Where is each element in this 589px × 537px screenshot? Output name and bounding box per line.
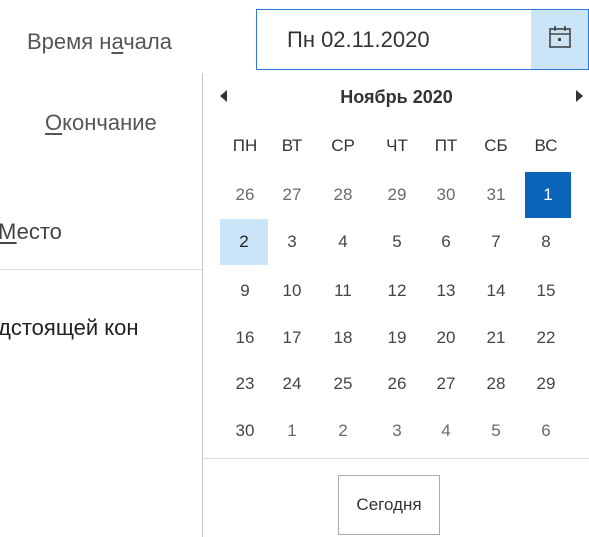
- calendar-week: 16 17 18 19 20 21 22: [203, 315, 589, 361]
- calendar-day[interactable]: 22: [528, 315, 564, 361]
- calendar-day[interactable]: 10: [274, 268, 310, 314]
- calendar-day[interactable]: 27: [274, 172, 310, 218]
- end-time-label: Окончание: [45, 110, 157, 135]
- scheduling-form: Время начала Окончание Место дстоящей ко…: [0, 0, 589, 537]
- calendar-day[interactable]: 5: [379, 219, 415, 265]
- calendar-day[interactable]: 14: [478, 268, 514, 314]
- triangle-right-icon: [574, 89, 584, 107]
- weekday-label: ВТ: [281, 136, 303, 155]
- weekday-label: ПН: [232, 136, 258, 155]
- calendar-week: 26 27 28 29 30 31 1: [203, 172, 589, 218]
- calendar-day[interactable]: 6: [428, 219, 464, 265]
- calendar-day[interactable]: 29: [379, 172, 415, 218]
- calendar-day[interactable]: 16: [227, 315, 263, 361]
- calendar-day[interactable]: 2: [325, 408, 361, 454]
- calendar-day-highlighted[interactable]: 2: [220, 219, 268, 265]
- calendar-day[interactable]: 4: [325, 219, 361, 265]
- calendar-day[interactable]: 12: [379, 268, 415, 314]
- weekday-label: СБ: [484, 136, 508, 155]
- calendar-day[interactable]: 8: [528, 219, 564, 265]
- calendar-day[interactable]: 7: [478, 219, 514, 265]
- calendar-week: 30 1 2 3 4 5 6: [203, 408, 589, 454]
- calendar-day[interactable]: 31: [478, 172, 514, 218]
- calendar-day[interactable]: 29: [528, 361, 564, 407]
- calendar-day[interactable]: 30: [227, 408, 263, 454]
- calendar-day-selected[interactable]: 1: [525, 172, 571, 218]
- calendar-day[interactable]: 13: [428, 268, 464, 314]
- calendar-day[interactable]: 25: [325, 361, 361, 407]
- popup-divider: [203, 458, 589, 459]
- calendar-day[interactable]: 5: [478, 408, 514, 454]
- calendar-day[interactable]: 23: [227, 361, 263, 407]
- month-navigation: Ноябрь 2020: [203, 85, 589, 113]
- month-title[interactable]: Ноябрь 2020: [203, 87, 589, 108]
- start-time-label: Время начала: [27, 29, 172, 54]
- meeting-body-text[interactable]: дстоящей кон: [0, 315, 201, 341]
- calendar-day[interactable]: 27: [428, 361, 464, 407]
- next-month-button[interactable]: [568, 87, 589, 109]
- calendar-day[interactable]: 18: [325, 315, 361, 361]
- calendar-day[interactable]: 17: [274, 315, 310, 361]
- calendar-day[interactable]: 6: [528, 408, 564, 454]
- calendar-day[interactable]: 11: [325, 268, 361, 314]
- weekday-header: ПН ВТ СР ЧТ ПТ СБ ВС: [203, 123, 589, 169]
- calendar-dropdown-button[interactable]: [531, 9, 589, 70]
- calendar-day[interactable]: 20: [428, 315, 464, 361]
- calendar-week: 23 24 25 26 27 28 29: [203, 361, 589, 407]
- weekday-label: ПТ: [434, 136, 458, 155]
- calendar-day[interactable]: 26: [379, 361, 415, 407]
- date-picker-popup: Ноябрь 2020 ПН ВТ СР ЧТ ПТ СБ ВС 26 27 2…: [202, 73, 589, 537]
- calendar-day[interactable]: 1: [274, 408, 310, 454]
- location-label: Место: [0, 219, 62, 244]
- calendar-day[interactable]: 4: [428, 408, 464, 454]
- calendar-icon: [547, 24, 573, 55]
- calendar-day[interactable]: 28: [325, 172, 361, 218]
- calendar-day[interactable]: 3: [379, 408, 415, 454]
- calendar-day[interactable]: 15: [528, 268, 564, 314]
- weekday-label: ЧТ: [386, 136, 408, 155]
- calendar-day[interactable]: 24: [274, 361, 310, 407]
- calendar-day[interactable]: 3: [274, 219, 310, 265]
- start-date-field[interactable]: Пн 02.11.2020: [256, 9, 531, 70]
- weekday-label: ВС: [534, 136, 558, 155]
- weekday-label: СР: [331, 136, 355, 155]
- today-button[interactable]: Сегодня: [338, 475, 440, 535]
- calendar-day[interactable]: 28: [478, 361, 514, 407]
- calendar-day[interactable]: 21: [478, 315, 514, 361]
- calendar-day[interactable]: 9: [227, 268, 263, 314]
- calendar-day[interactable]: 19: [379, 315, 415, 361]
- calendar-day[interactable]: 30: [428, 172, 464, 218]
- calendar-week: 9 10 11 12 13 14 15: [203, 268, 589, 314]
- form-divider: [0, 269, 203, 270]
- calendar-week: 2 3 4 5 6 7 8: [203, 219, 589, 265]
- calendar-day[interactable]: 26: [227, 172, 263, 218]
